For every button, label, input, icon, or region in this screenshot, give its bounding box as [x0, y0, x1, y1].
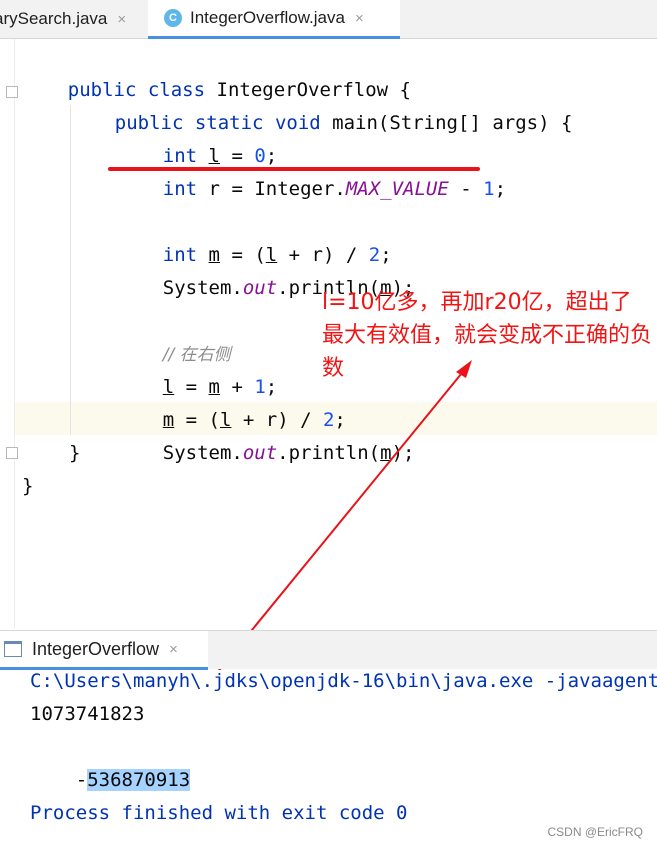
code-line-12: }: [22, 475, 34, 497]
code-line-5: int m = (l + r) / 2;: [162, 244, 392, 266]
red-underline-annotation: [108, 167, 480, 171]
editor-gutter: [0, 39, 15, 629]
close-icon[interactable]: ×: [355, 10, 364, 27]
code-line-10: System.out.println(m);: [162, 442, 415, 464]
tab-binary-search[interactable]: arySearch.java ×: [0, 0, 134, 38]
code-line-8: l = m + 1;: [162, 376, 278, 398]
code-line-7-comment: // 在右侧: [162, 345, 231, 365]
console-output-line-1: 1073741823: [30, 703, 145, 725]
fold-icon[interactable]: [6, 447, 18, 459]
selected-text: 536870913: [87, 769, 191, 791]
console-icon: [4, 641, 22, 657]
code-line-1: public class IntegerOverflow {: [67, 79, 411, 101]
run-tab-bar: IntegerOverflow ×: [0, 630, 657, 670]
watermark: CSDN @EricFRQ: [547, 825, 643, 839]
java-class-icon: C: [164, 9, 182, 27]
fold-icon[interactable]: [6, 86, 18, 98]
run-tab-label: IntegerOverflow: [32, 638, 160, 659]
editor-tab-bar: arySearch.java × C IntegerOverflow.java …: [0, 0, 657, 39]
code-line-11: }: [69, 442, 81, 464]
console-command-line: C:\Users\manyh\.jdks\openjdk-16\bin\java…: [30, 670, 657, 692]
close-icon[interactable]: ×: [169, 641, 178, 658]
code-line-2: public static void main(String[] args) {: [114, 112, 573, 134]
code-line-6: System.out.println(m);: [162, 277, 415, 299]
code-line-9: m = (l + r) / 2;: [162, 409, 346, 431]
code-line-3: int l = 0;: [162, 145, 278, 167]
tab-label: arySearch.java: [0, 9, 108, 28]
console-output[interactable]: C:\Users\manyh\.jdks\openjdk-16\bin\java…: [0, 670, 657, 849]
annotation-text: l=10亿多，再加r20亿，超出了最大有效值，就会变成不正确的负数: [322, 290, 653, 381]
console-output-line-2: -536870913: [75, 769, 191, 791]
tab-label: IntegerOverflow.java: [190, 8, 345, 27]
console-exit-line: Process finished with exit code 0: [30, 802, 408, 824]
tab-integer-overflow[interactable]: C IntegerOverflow.java ×: [148, 0, 400, 39]
close-icon[interactable]: ×: [117, 11, 126, 28]
